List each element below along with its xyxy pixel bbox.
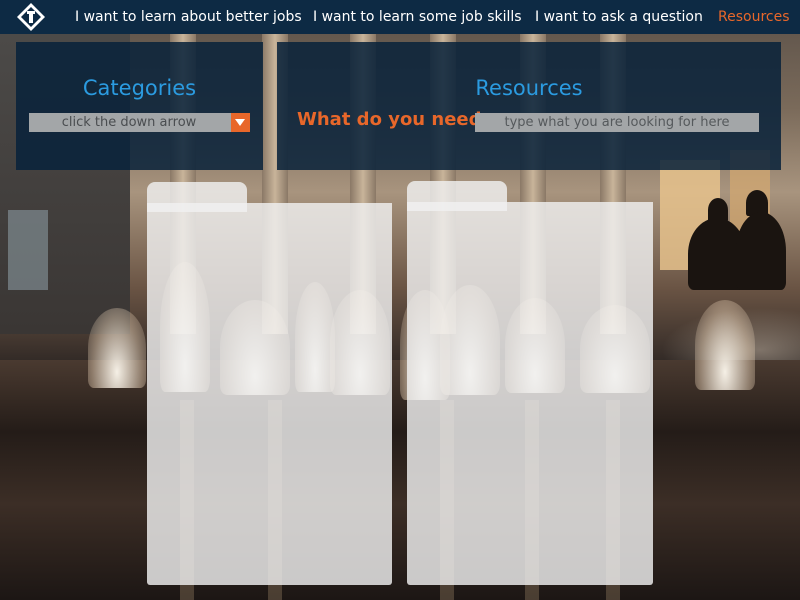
folder-card[interactable]	[147, 182, 392, 585]
folder-body	[147, 203, 392, 585]
nav-item-resources[interactable]: Resources	[718, 0, 790, 34]
background-window	[8, 210, 48, 290]
categories-panel: Categories click the down arrow	[16, 42, 263, 170]
search-input[interactable]	[475, 113, 759, 132]
category-select-text: click the down arrow	[61, 115, 197, 130]
resources-title: Resources	[475, 76, 583, 100]
need-label: What do you need:	[297, 109, 489, 130]
lightbulb-logo-icon[interactable]	[17, 3, 45, 31]
top-nav-bar: I want to learn about better jobs I want…	[0, 0, 800, 34]
background-fountain	[88, 308, 146, 388]
background-pool	[0, 360, 800, 600]
nav-item-job-skills[interactable]: I want to learn some job skills	[313, 0, 522, 34]
triangle-down-icon[interactable]	[231, 113, 250, 132]
background-people-silhouette	[680, 190, 790, 290]
resources-panel: Resources What do you need:	[277, 42, 781, 170]
nav-item-ask-question[interactable]: I want to ask a question	[535, 0, 703, 34]
folder-card[interactable]	[407, 181, 653, 585]
background-fountain	[695, 300, 755, 390]
folder-body	[407, 202, 653, 585]
category-select[interactable]: click the down arrow	[29, 113, 250, 132]
categories-title: Categories	[82, 76, 197, 100]
nav-item-better-jobs[interactable]: I want to learn about better jobs	[75, 0, 302, 34]
